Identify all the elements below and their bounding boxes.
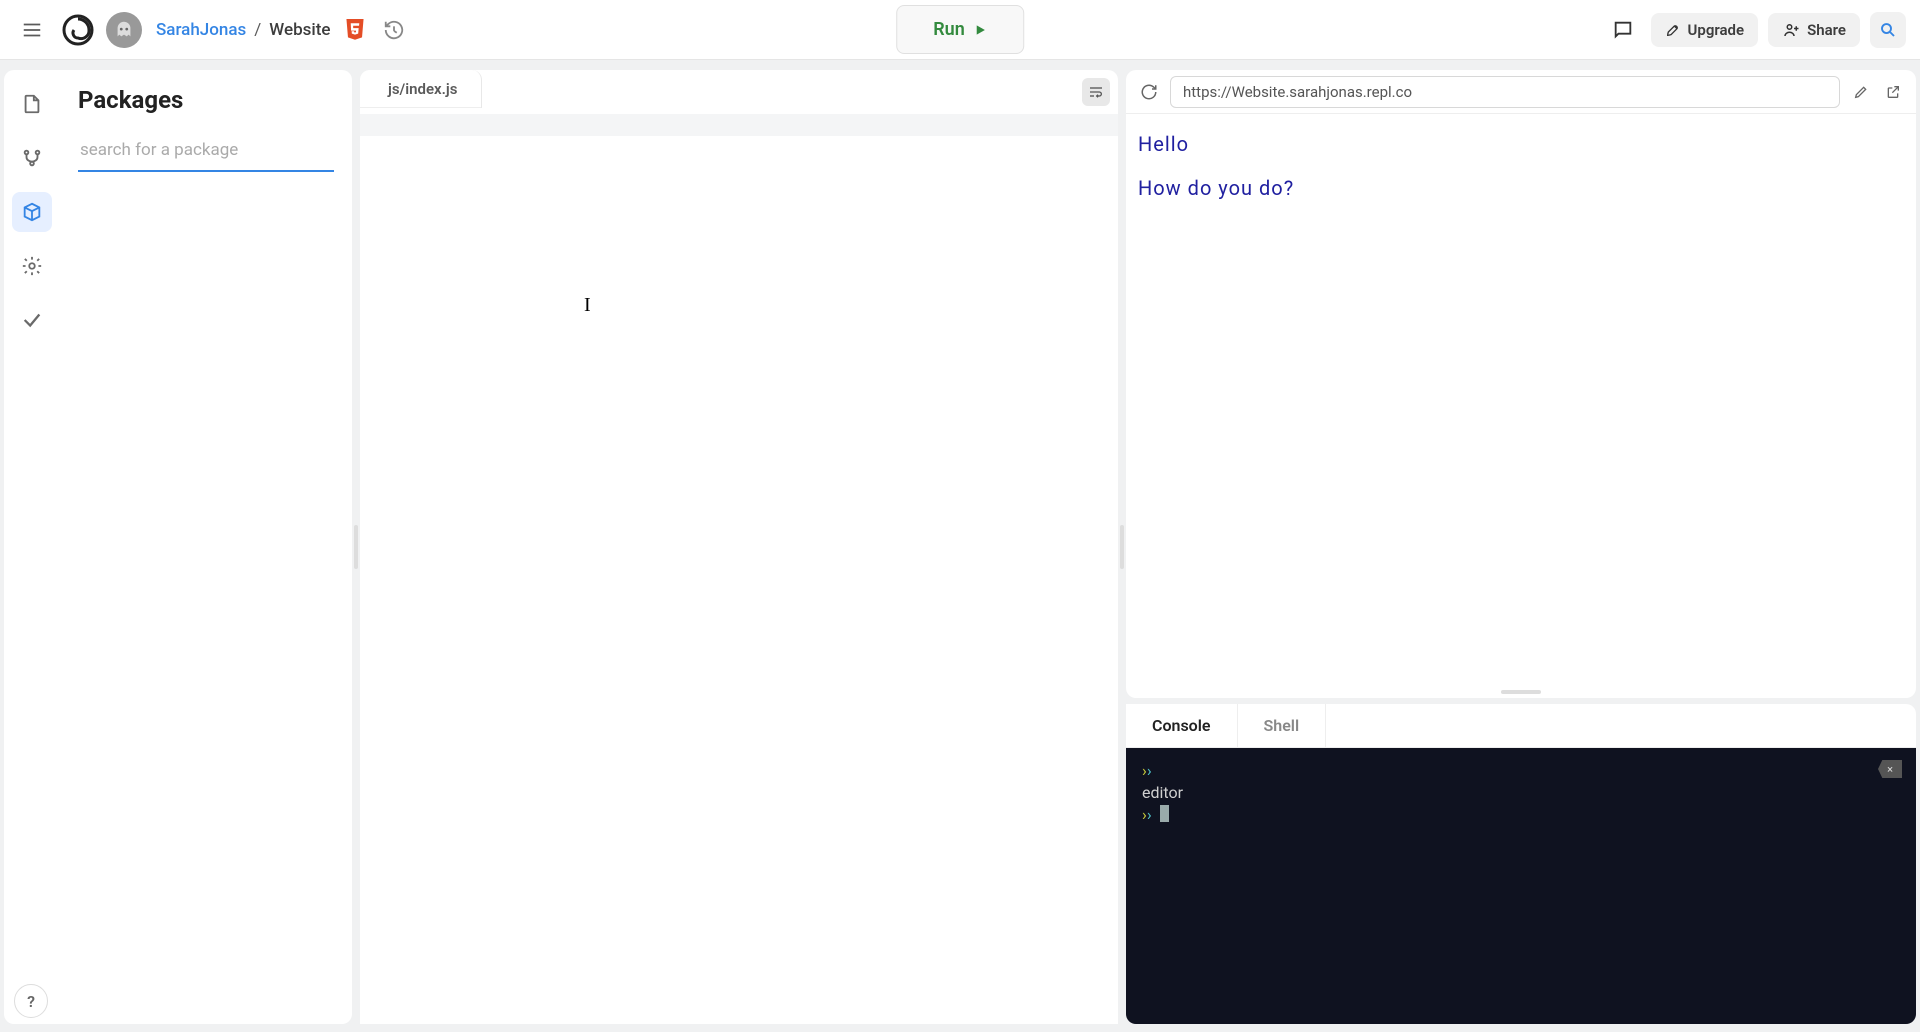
resize-handle-right[interactable] bbox=[1120, 525, 1124, 569]
address-bar bbox=[1126, 70, 1916, 114]
run-button[interactable]: Run bbox=[896, 5, 1024, 54]
resize-handle-left[interactable] bbox=[354, 525, 358, 569]
person-plus-icon bbox=[1782, 21, 1800, 39]
code-line-1 bbox=[360, 114, 1118, 136]
tab-shell[interactable]: Shell bbox=[1238, 704, 1327, 747]
help-button[interactable]: ? bbox=[14, 984, 48, 1018]
breadcrumb-sep: / bbox=[254, 20, 261, 40]
term-line-1: ›› bbox=[1142, 760, 1900, 782]
rail-check[interactable] bbox=[12, 300, 52, 340]
rail-files[interactable] bbox=[12, 84, 52, 124]
logo[interactable] bbox=[60, 12, 96, 48]
gutter: 1 bbox=[360, 108, 414, 1024]
play-icon bbox=[973, 23, 987, 37]
ghost-icon bbox=[113, 19, 135, 41]
right-column: Hello How do you do? Console Shell × ›› … bbox=[1126, 70, 1916, 1024]
menu-icon bbox=[21, 19, 43, 41]
rocket-icon bbox=[1665, 22, 1681, 38]
project-name: Website bbox=[269, 20, 330, 40]
pencil-icon bbox=[1853, 84, 1869, 100]
username-link[interactable]: SarahJonas bbox=[156, 20, 246, 40]
code-body: I bbox=[414, 108, 1118, 1024]
preview-resize-handle[interactable] bbox=[1126, 686, 1916, 698]
breadcrumb: SarahJonas / Website bbox=[156, 18, 406, 42]
editor-pane: js/index.js 1 I bbox=[360, 70, 1118, 1024]
editor-tabs: js/index.js bbox=[360, 70, 1118, 108]
console-pane: Console Shell × ›› editor ›› bbox=[1126, 704, 1916, 1024]
file-icon bbox=[21, 93, 43, 115]
rail-version[interactable] bbox=[12, 138, 52, 178]
reload-icon bbox=[1140, 83, 1158, 101]
upgrade-label: Upgrade bbox=[1688, 21, 1745, 39]
html5-icon bbox=[344, 19, 366, 41]
packages-panel: Packages bbox=[60, 70, 352, 1024]
share-label: Share bbox=[1807, 21, 1846, 39]
check-icon bbox=[21, 309, 43, 331]
text-cursor-decoration: I bbox=[584, 294, 591, 317]
url-input[interactable] bbox=[1170, 76, 1840, 108]
search-icon bbox=[1879, 21, 1897, 39]
code-area[interactable]: 1 I bbox=[360, 108, 1118, 1024]
preview-line-1: Hello bbox=[1138, 132, 1904, 156]
open-external-button[interactable] bbox=[1882, 81, 1904, 103]
header-right: Upgrade Share bbox=[1605, 12, 1906, 48]
edit-url-button[interactable] bbox=[1850, 81, 1872, 103]
top-header: SarahJonas / Website Run Upgrade Share bbox=[0, 0, 1920, 60]
console-tabs: Console Shell bbox=[1126, 704, 1916, 748]
menu-button[interactable] bbox=[14, 12, 50, 48]
term-line-3: ›› bbox=[1142, 804, 1900, 826]
package-search-input[interactable] bbox=[78, 132, 334, 170]
rail-settings[interactable] bbox=[12, 246, 52, 286]
package-icon bbox=[21, 201, 43, 223]
reload-button[interactable] bbox=[1138, 81, 1160, 103]
share-button[interactable]: Share bbox=[1768, 13, 1860, 47]
package-search-wrap bbox=[78, 132, 334, 172]
preview-line-2: How do you do? bbox=[1138, 176, 1904, 200]
rail-packages[interactable] bbox=[12, 192, 52, 232]
editor-tab[interactable]: js/index.js bbox=[360, 70, 482, 108]
avatar[interactable] bbox=[106, 12, 142, 48]
wrap-toggle[interactable] bbox=[1082, 78, 1110, 106]
preview-body: Hello How do you do? bbox=[1126, 114, 1916, 686]
branch-icon bbox=[21, 147, 43, 169]
side-rail bbox=[4, 70, 60, 1024]
history-icon bbox=[383, 19, 405, 41]
panel-title: Packages bbox=[60, 82, 352, 132]
preview-pane: Hello How do you do? bbox=[1126, 70, 1916, 698]
run-label: Run bbox=[933, 19, 965, 40]
history-button[interactable] bbox=[382, 18, 406, 42]
term-cursor bbox=[1160, 805, 1169, 822]
search-button[interactable] bbox=[1870, 12, 1906, 48]
tab-console[interactable]: Console bbox=[1126, 704, 1238, 747]
spiral-icon bbox=[62, 14, 94, 46]
upgrade-button[interactable]: Upgrade bbox=[1651, 13, 1759, 47]
external-icon bbox=[1885, 84, 1901, 100]
main-area: Packages js/index.js 1 I bbox=[0, 60, 1920, 1032]
wrap-icon bbox=[1088, 84, 1104, 100]
term-line-2: editor bbox=[1142, 782, 1900, 804]
chat-icon bbox=[1612, 19, 1634, 41]
chat-button[interactable] bbox=[1605, 12, 1641, 48]
terminal[interactable]: × ›› editor ›› bbox=[1126, 748, 1916, 1024]
gear-icon bbox=[21, 255, 43, 277]
clear-console-button[interactable]: × bbox=[1878, 760, 1902, 778]
